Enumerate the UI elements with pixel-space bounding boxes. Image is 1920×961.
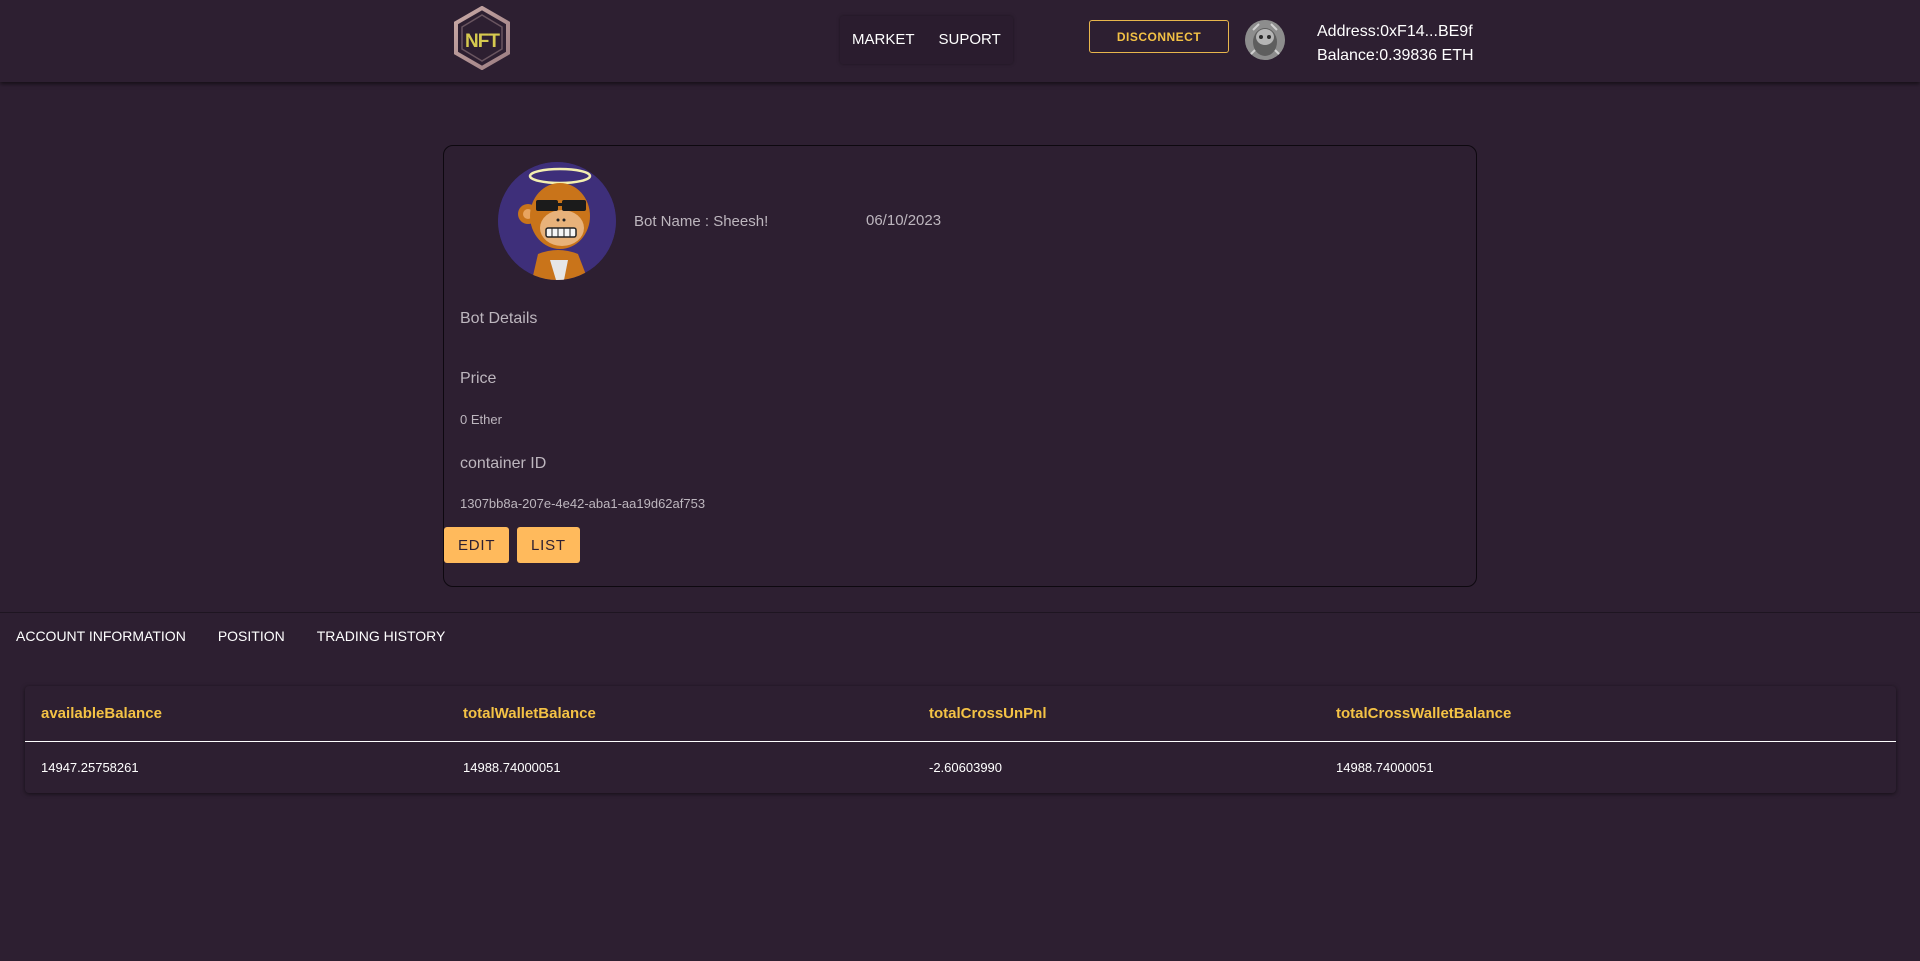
account-table: availableBalance totalWalletBalance tota… — [25, 686, 1896, 793]
column-header: totalCrossUnPnl — [913, 686, 1320, 742]
column-header: availableBalance — [25, 686, 447, 742]
main-nav: MARKET SUPORT — [840, 16, 1013, 64]
logo-text: NFT — [465, 31, 500, 52]
avatar-icon[interactable] — [1245, 20, 1285, 60]
nav-market[interactable]: MARKET — [840, 16, 927, 64]
tab-trading-history[interactable]: TRADING HISTORY — [301, 613, 462, 660]
table-header-row: availableBalance totalWalletBalance tota… — [25, 686, 1896, 742]
table-cell: -2.60603990 — [929, 759, 1003, 775]
price-label: Price — [460, 370, 497, 387]
nav-support[interactable]: SUPORT — [927, 16, 1013, 64]
nft-hexagon-logo-icon: NFT — [454, 5, 510, 71]
address-value: 0xF14...BE9f — [1380, 23, 1473, 40]
disconnect-button[interactable]: DISCONNECT — [1089, 20, 1229, 53]
table-cell: 14988.74000051 — [463, 759, 561, 775]
table-cell: 14947.25758261 — [41, 759, 139, 775]
tab-position[interactable]: POSITION — [202, 613, 301, 660]
nft-logo[interactable]: NFT — [450, 5, 514, 71]
list-button[interactable]: LIST — [517, 527, 580, 563]
column-header: totalCrossWalletBalance — [1320, 686, 1896, 742]
tab-account-information[interactable]: ACCOUNT INFORMATION — [0, 613, 202, 660]
bored-ape-avatar-icon — [498, 162, 616, 280]
edit-button[interactable]: EDIT — [444, 527, 510, 563]
table-row: 14947.25758261 14988.74000051 -2.6060399… — [25, 741, 1896, 793]
wallet-info: Address:0xF14...BE9f Balance:0.39836 ETH — [1317, 20, 1474, 68]
wallet-address: Address:0xF14...BE9f — [1317, 20, 1474, 44]
account-table-container: availableBalance totalWalletBalance tota… — [25, 686, 1896, 793]
account-tabs: ACCOUNT INFORMATION POSITION TRADING HIS… — [0, 612, 1920, 660]
bot-date: 06/10/2023 — [866, 212, 942, 229]
bot-details-heading: Bot Details — [460, 310, 538, 327]
balance-value: 0.39836 ETH — [1379, 47, 1474, 64]
bot-card: Bot Name : Sheesh! 06/10/2023 Bot Detail… — [443, 145, 1477, 587]
bot-name: Bot Name : Sheesh! — [634, 213, 769, 230]
table-cell: 14988.74000051 — [1336, 759, 1434, 775]
container-id-label: container ID — [460, 455, 547, 472]
container-id-value: 1307bb8a-207e-4e42-aba1-aa19d62af753 — [460, 496, 706, 511]
address-label: Address: — [1317, 23, 1381, 40]
balance-label: Balance: — [1317, 47, 1380, 64]
top-header: NFT MARKET SUPORT DISCONNECT Address:0xF… — [0, 0, 1920, 82]
wallet-balance: Balance:0.39836 ETH — [1317, 44, 1474, 68]
bot-image — [498, 162, 616, 280]
column-header: totalWalletBalance — [447, 686, 913, 742]
price-value: 0 Ether — [460, 412, 502, 427]
